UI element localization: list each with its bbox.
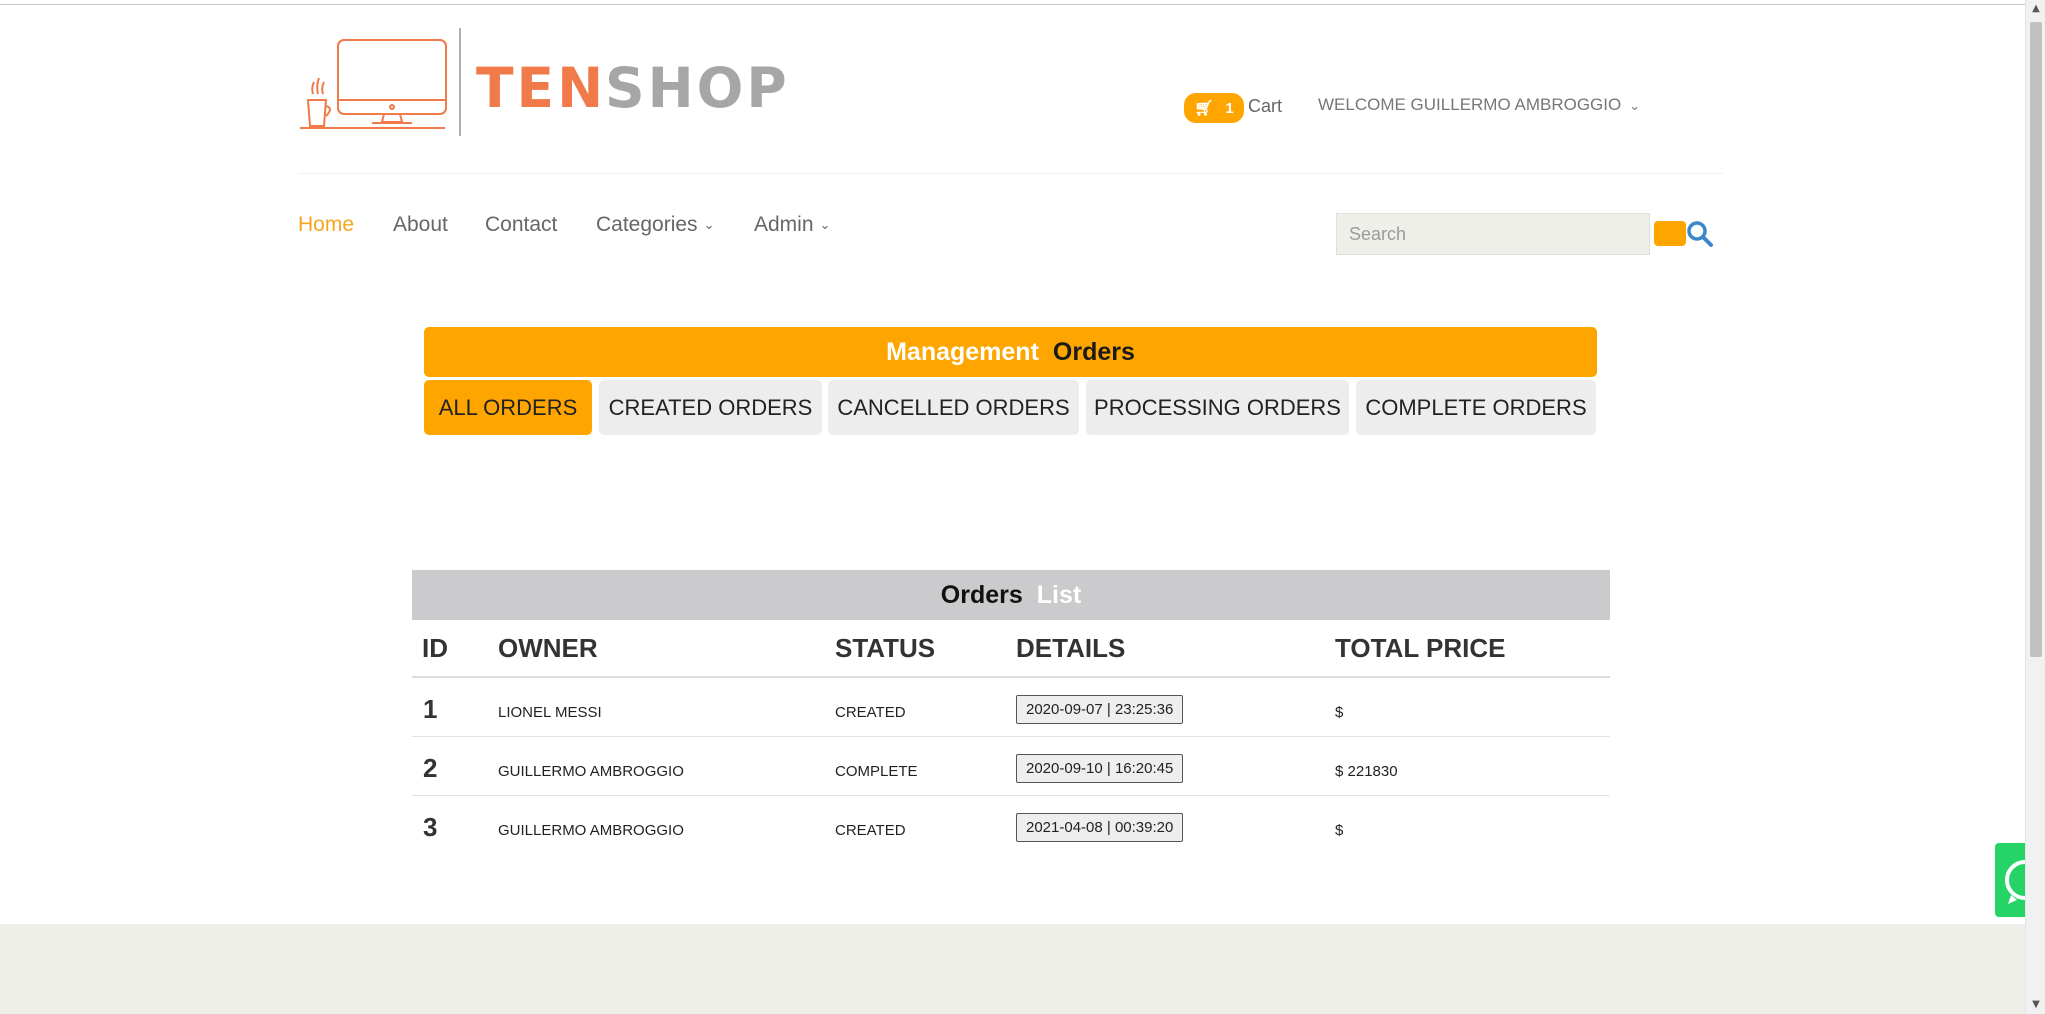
order-id: 3 xyxy=(423,812,438,842)
cart-button[interactable]: 🛒︎ 1 xyxy=(1184,93,1244,123)
desktop-monitor-coffee-icon xyxy=(300,28,461,136)
footer xyxy=(0,924,2025,1014)
column-header-details: DETAILS xyxy=(1016,633,1126,663)
user-menu[interactable]: WELCOME GUILLERMO AMBROGGIO ⌄ xyxy=(1318,95,1640,115)
cart-count: 1 xyxy=(1225,99,1234,117)
tab-created-orders[interactable]: CREATED ORDERS xyxy=(599,380,822,435)
order-status: CREATED xyxy=(835,704,906,721)
cart-icon: 🛒︎ xyxy=(1194,99,1214,117)
order-owner: LIONEL MESSI xyxy=(498,704,602,721)
search-button[interactable] xyxy=(1654,221,1686,246)
nav-admin[interactable]: Admin ⌄ xyxy=(754,213,830,237)
scrollbar-thumb[interactable] xyxy=(2030,22,2042,657)
management-title-word2: Orders xyxy=(1052,337,1135,366)
order-owner: GUILLERMO AMBROGGIO xyxy=(498,763,684,780)
orders-list-title-word2: List xyxy=(1036,580,1082,609)
vertical-scrollbar[interactable]: ▲ ▼ xyxy=(2025,0,2045,1014)
column-header-status: STATUS xyxy=(835,633,936,663)
welcome-text: WELCOME GUILLERMO AMBROGGIO xyxy=(1318,95,1622,114)
scroll-up-arrow-icon[interactable]: ▲ xyxy=(2026,0,2045,18)
order-total-price: $ 221830 xyxy=(1335,763,1398,780)
order-id: 1 xyxy=(423,694,438,724)
nav-contact[interactable]: Contact xyxy=(485,213,557,237)
chevron-down-icon: ⌄ xyxy=(1629,99,1641,114)
cart-link[interactable]: Cart xyxy=(1248,96,1282,117)
column-header-id: ID xyxy=(422,633,448,663)
nav-home[interactable]: Home xyxy=(298,213,354,237)
order-total-price: $ xyxy=(1335,704,1344,721)
table-row: 3 GUILLERMO AMBROGGIO CREATED 2021-04-08… xyxy=(412,796,1610,855)
order-details-button[interactable]: 2020-09-10 | 16:20:45 xyxy=(1016,754,1184,783)
logo-text-ten: TEN xyxy=(476,56,607,120)
nav-categories[interactable]: Categories ⌄ xyxy=(596,213,714,237)
tab-all-orders[interactable]: ALL ORDERS xyxy=(424,380,592,435)
order-status: CREATED xyxy=(835,822,906,839)
orders-list-header: Orders List xyxy=(412,570,1610,620)
order-details-button[interactable]: 2020-09-07 | 23:25:36 xyxy=(1016,695,1184,724)
nav-admin-label: Admin xyxy=(754,213,814,236)
table-row: 2 GUILLERMO AMBROGGIO COMPLETE 2020-09-1… xyxy=(412,737,1610,796)
header-divider xyxy=(298,173,1723,174)
order-id: 2 xyxy=(423,753,438,783)
order-owner: GUILLERMO AMBROGGIO xyxy=(498,822,684,839)
order-status: COMPLETE xyxy=(835,763,918,780)
chevron-down-icon: ⌄ xyxy=(819,218,831,233)
tab-complete-orders[interactable]: COMPLETE ORDERS xyxy=(1356,380,1596,435)
order-details-button[interactable]: 2021-04-08 | 00:39:20 xyxy=(1016,813,1184,842)
management-title-word1: Management xyxy=(886,337,1039,366)
whatsapp-button[interactable] xyxy=(1995,843,2025,917)
logo-text-shop: SHOP xyxy=(605,56,790,120)
tab-cancelled-orders[interactable]: CANCELLED ORDERS xyxy=(828,380,1079,435)
orders-list-title-word1: Orders xyxy=(940,580,1023,609)
column-header-total-price: TOTAL PRICE xyxy=(1335,633,1506,663)
column-header-owner: OWNER xyxy=(498,633,598,663)
search-input[interactable] xyxy=(1336,213,1650,255)
table-row: 1 LIONEL MESSI CREATED 2020-09-07 | 23:2… xyxy=(412,678,1610,737)
order-total-price: $ xyxy=(1335,822,1344,839)
management-orders-header: Management Orders xyxy=(424,327,1597,377)
nav-about[interactable]: About xyxy=(393,213,448,237)
scroll-down-arrow-icon[interactable]: ▼ xyxy=(2026,996,2045,1014)
search-icon[interactable] xyxy=(1686,220,1714,248)
nav-categories-label: Categories xyxy=(596,213,698,236)
chevron-down-icon: ⌄ xyxy=(703,218,715,233)
tab-processing-orders[interactable]: PROCESSING ORDERS xyxy=(1086,380,1349,435)
site-logo[interactable]: TEN SHOP xyxy=(300,28,787,140)
whatsapp-icon xyxy=(2005,860,2025,904)
